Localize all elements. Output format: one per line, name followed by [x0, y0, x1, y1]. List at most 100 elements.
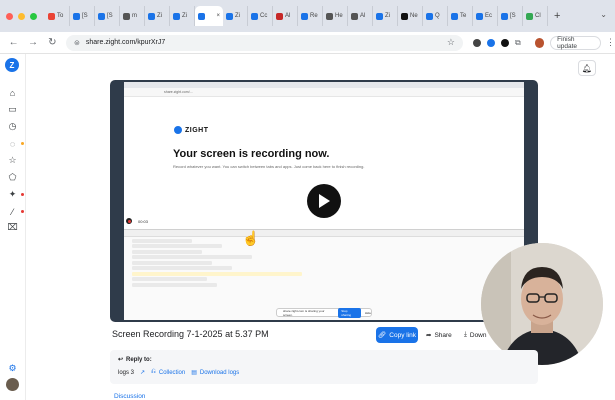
comment-icon[interactable]: ◌: [7, 138, 18, 149]
presenter-image: [481, 243, 603, 365]
finish-update-button[interactable]: Finish update: [550, 35, 601, 50]
frame-logo-text: ZIGHT: [185, 126, 209, 134]
extension-icon[interactable]: [500, 38, 509, 47]
logs-label: logs 3: [118, 369, 135, 376]
close-tab-icon[interactable]: ×: [216, 13, 220, 19]
tab-search-icon[interactable]: ⌄: [600, 10, 607, 19]
puzzle-icon[interactable]: ⧉: [515, 38, 521, 48]
profile-avatar[interactable]: [534, 37, 545, 48]
tab-label: [S: [107, 13, 113, 19]
bookmark-star-icon[interactable]: ☆: [447, 37, 455, 48]
tab-label: Te: [460, 13, 467, 19]
share-button[interactable]: ➦ Share: [426, 327, 452, 343]
download-logs-link[interactable]: ▤ Download logs: [191, 369, 239, 377]
frame-logo: ZIGHT: [174, 126, 209, 134]
collection-icon: ⎌: [151, 369, 156, 375]
new-tab-button[interactable]: +: [554, 10, 560, 22]
play-button[interactable]: [307, 184, 341, 218]
notifications-bell-icon[interactable]: 🔔︎: [578, 60, 596, 76]
extensions: ⧉: [472, 38, 521, 48]
browser-tab[interactable]: Zi: [223, 6, 248, 26]
frame-url: share.zight.com/...: [124, 88, 524, 97]
forward-icon[interactable]: →: [27, 37, 38, 48]
tab-label: Cc: [260, 13, 268, 19]
tab-label: He: [335, 13, 343, 19]
external-link-icon[interactable]: ↗: [140, 369, 145, 376]
tab-label: Cl: [535, 13, 541, 19]
browser-tab[interactable]: Ec: [473, 6, 498, 26]
page-icon: [123, 12, 130, 20]
browser-tab[interactable]: [S: [70, 6, 95, 26]
maximize-window-button[interactable]: [30, 12, 37, 20]
reply-icon: ↩: [118, 357, 124, 363]
zight-icon: [98, 12, 105, 20]
browser-tab[interactable]: Al: [348, 6, 373, 26]
browser-tab[interactable]: m: [120, 6, 145, 26]
browser-tab[interactable]: Zi: [373, 6, 398, 26]
reply-card: ↩ Reply to: logs 3 ↗ ⎌ Collection ▤ Down…: [110, 350, 538, 384]
tab-label: Zi: [235, 13, 240, 19]
tab-label: Zi: [157, 13, 162, 19]
url-bar[interactable]: ⊜ share.zight.com/kpurXrJ7 ☆: [65, 34, 463, 51]
share-arrow-icon: ➦: [426, 332, 432, 339]
browser-tab[interactable]: Zi: [170, 6, 195, 26]
timer-text: 00:03: [138, 218, 149, 224]
browser-tab[interactable]: Zi: [145, 6, 170, 26]
browser-tab[interactable]: To: [45, 6, 70, 26]
reload-icon[interactable]: ↻: [47, 37, 58, 48]
notification-dot: [21, 210, 24, 213]
video-player[interactable]: share.zight.com/... ZIGHT Your screen is…: [110, 80, 538, 322]
link-icon: 🔗︎: [378, 332, 387, 339]
magic-wand-icon[interactable]: ⁄: [7, 206, 18, 217]
copy-link-button[interactable]: 🔗︎ Copy link: [376, 327, 418, 343]
chrome-icon: [526, 12, 533, 20]
notification-dot: [21, 142, 24, 145]
site-info-icon[interactable]: ⊜: [74, 39, 80, 47]
trash-icon[interactable]: ⌧: [7, 222, 18, 233]
discussion-tab[interactable]: Discussion: [114, 393, 145, 400]
copy-link-label: Copy link: [389, 331, 416, 339]
address-toolbar: ← → ↻ ⊜ share.zight.com/kpurXrJ7 ☆ ⧉ Fin…: [0, 32, 615, 54]
collection-link[interactable]: ⎌ Collection: [151, 369, 185, 376]
browser-tab[interactable]: Te: [448, 6, 473, 26]
minimize-window-button[interactable]: [18, 12, 25, 20]
sparkle-icon[interactable]: ✦: [7, 189, 18, 200]
browser-tab[interactable]: [S: [498, 6, 523, 26]
zight-icon: [198, 12, 205, 20]
clock-icon[interactable]: ◷: [7, 121, 18, 132]
zight-extension-icon[interactable]: [486, 38, 495, 47]
zight-logo-mark: [174, 126, 182, 134]
screen-share-toast: share.zight.com is sharing your screen. …: [276, 307, 372, 318]
hand-cursor-icon: ☝: [242, 230, 260, 246]
reply-heading: ↩ Reply to:: [118, 356, 152, 364]
zight-icon: [451, 12, 458, 20]
tag-icon[interactable]: ⬠: [7, 172, 18, 183]
browser-tab[interactable]: Re: [298, 6, 323, 26]
person-icon: [276, 12, 283, 20]
browser-tab[interactable]: He: [323, 6, 348, 26]
zight-icon: [376, 12, 383, 20]
browser-tab[interactable]: Cc: [248, 6, 273, 26]
browser-menu-icon[interactable]: ⋮: [606, 37, 615, 48]
home-icon[interactable]: ⌂: [7, 87, 18, 98]
download-button[interactable]: ⤓ Down: [464, 327, 487, 343]
browser-tab[interactable]: Cl: [523, 6, 548, 26]
browser-tab[interactable]: Al: [273, 6, 298, 26]
settings-icon[interactable]: ⚙: [7, 363, 18, 374]
tab-label: m: [132, 13, 137, 19]
browser-tab[interactable]: Ne: [398, 6, 423, 26]
star-icon[interactable]: ☆: [7, 155, 18, 166]
browser-tab[interactable]: Q: [423, 6, 448, 26]
frame-devtools: [124, 229, 524, 320]
extension-icon[interactable]: [472, 38, 481, 47]
zight-logo-icon[interactable]: Z: [5, 58, 19, 72]
download-icon: ⤓: [464, 331, 467, 338]
browser-tab[interactable]: ×: [195, 6, 223, 26]
zight-icon: [476, 12, 483, 20]
close-window-button[interactable]: [6, 12, 13, 20]
folder-icon[interactable]: ▭: [7, 104, 18, 115]
tab-label: Re: [310, 13, 318, 19]
user-avatar[interactable]: [6, 378, 19, 391]
browser-tab[interactable]: [S: [95, 6, 120, 26]
back-icon[interactable]: ←: [8, 37, 19, 48]
